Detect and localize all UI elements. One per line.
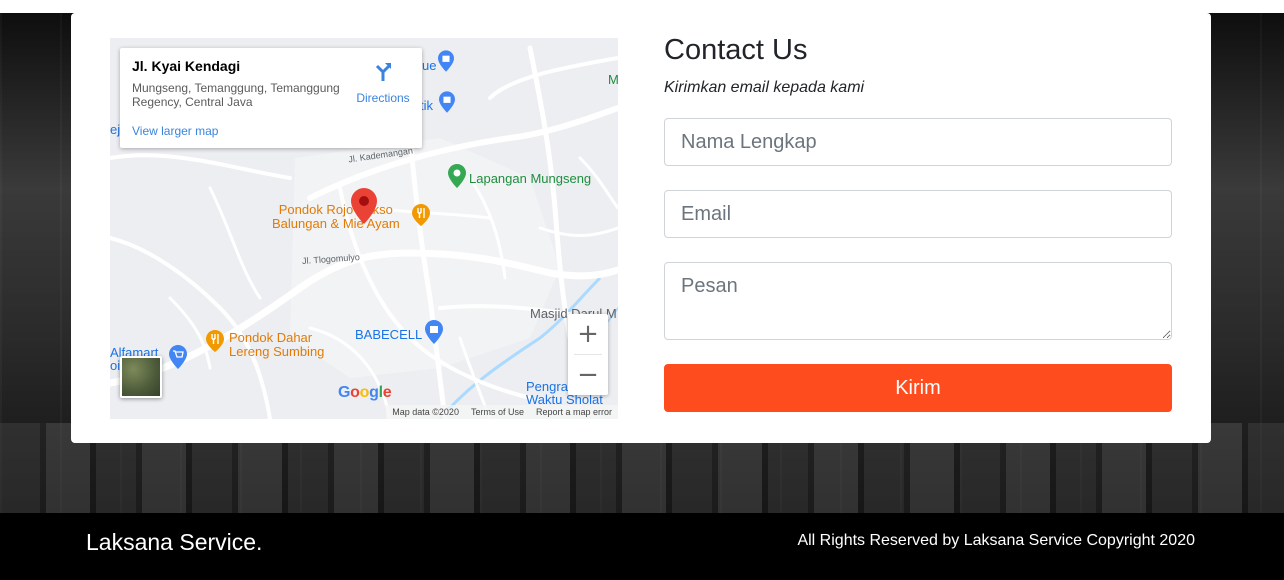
satellite-toggle[interactable]: [120, 356, 162, 398]
view-larger-map-link[interactable]: View larger map: [132, 124, 218, 138]
restaurant-icon: [412, 204, 430, 230]
place-title: Jl. Kyai Kendagi: [132, 58, 241, 74]
footer: Laksana Service. All Rights Reserved by …: [0, 513, 1284, 580]
poi-pondok-dahar[interactable]: Pondok Dahar Lereng Sumbing: [229, 331, 324, 359]
shopping-cart-icon: [169, 345, 187, 373]
message-textarea[interactable]: [664, 262, 1172, 340]
contact-subtitle: Kirimkan email kepada kami: [664, 79, 865, 96]
poi-pondok-rojo-bakso[interactable]: Pondok Rojo Bakso Balungan & Mie Ayam: [272, 203, 400, 231]
contact-title: Contact Us: [664, 34, 808, 66]
name-input[interactable]: [664, 118, 1172, 166]
top-strip: [0, 0, 1284, 13]
report-map-error-link[interactable]: Report a map error: [536, 407, 612, 417]
place-address: Mungseng, Temanggung, Temanggung Regency…: [132, 81, 340, 109]
contact-card: Jl. Kademangan Jl. Tlogomulyo Pondok Roj…: [71, 13, 1211, 443]
shopping-bag-icon: [438, 50, 454, 76]
poi-fragment-ej: ej: [110, 122, 121, 137]
footer-brand: Laksana Service.: [86, 529, 263, 555]
map-data-text: Map data ©2020: [392, 407, 459, 417]
map-place-card: Jl. Kyai Kendagi Mungseng, Temanggung, T…: [120, 48, 422, 148]
poi-fragment-ue: ue: [422, 58, 437, 73]
footer-copyright: All Rights Reserved by Laksana Service C…: [797, 532, 1195, 549]
poi-lapangan-mungseng[interactable]: Lapangan Mungseng: [469, 171, 591, 186]
restaurant-icon: [206, 330, 224, 356]
park-icon: [448, 164, 466, 192]
map-attribution: Map data ©2020 Terms of Use Report a map…: [386, 405, 618, 419]
submit-button[interactable]: Kirim: [664, 364, 1172, 412]
directions-label: Directions: [356, 91, 410, 105]
google-logo: Google: [338, 384, 392, 401]
location-pin-icon: [351, 188, 377, 228]
directions-icon: [375, 63, 391, 81]
shopping-bag-icon: [439, 91, 455, 117]
embedded-map[interactable]: Jl. Kademangan Jl. Tlogomulyo Pondok Roj…: [110, 38, 618, 419]
email-input[interactable]: [664, 190, 1172, 238]
poi-fragment-m: M: [608, 72, 618, 87]
shopping-bag-icon: [425, 320, 443, 348]
zoom-controls: + −: [568, 314, 608, 395]
zoom-in-button[interactable]: +: [568, 314, 608, 354]
poi-babecell[interactable]: BABECELL: [355, 327, 422, 342]
terms-of-use-link[interactable]: Terms of Use: [471, 407, 524, 417]
zoom-out-button[interactable]: −: [568, 355, 608, 395]
directions-button[interactable]: Directions: [348, 60, 418, 105]
